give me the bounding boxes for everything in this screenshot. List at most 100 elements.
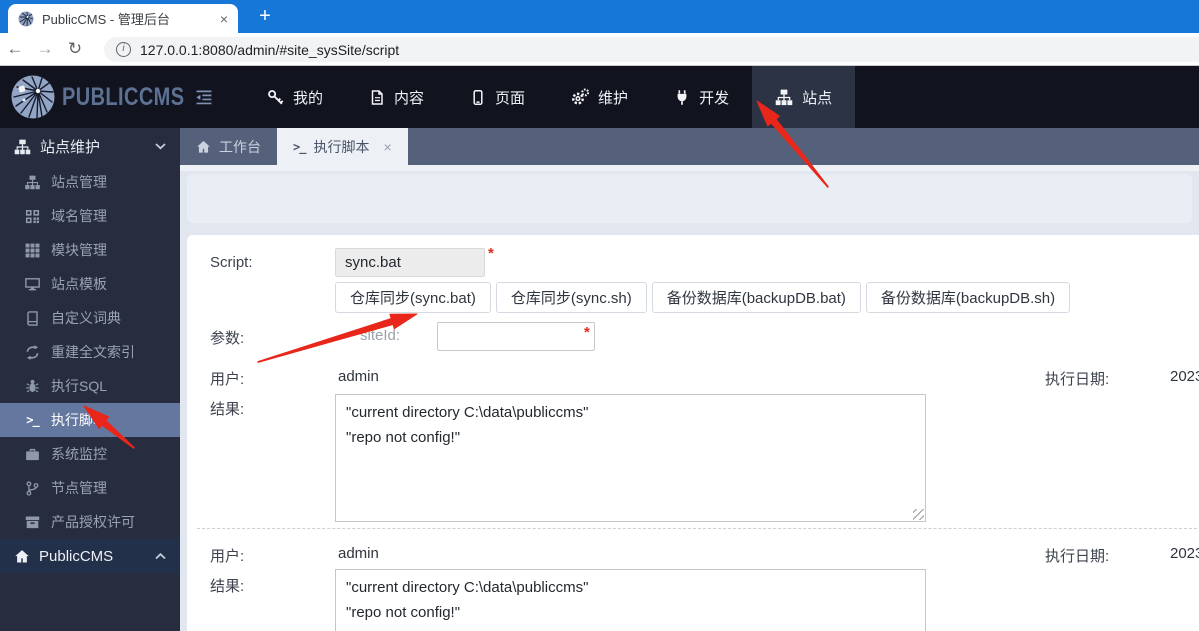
script-button-backupdb-sh[interactable]: 备份数据库(backupDB.sh) bbox=[865, 282, 1071, 313]
nav-item-label: 站点 bbox=[802, 89, 833, 107]
nav-item-my[interactable]: 我的 bbox=[244, 66, 346, 128]
browser-tab-title: PublicCMS - 管理后台 bbox=[42, 12, 170, 27]
qrcode-icon bbox=[24, 209, 41, 224]
content-top-strip bbox=[180, 165, 1199, 171]
script-buttons-row: 仓库同步(sync.bat) 仓库同步(sync.sh) 备份数据库(backu… bbox=[335, 282, 1071, 313]
sitemap-icon bbox=[14, 139, 31, 155]
chevron-down-icon bbox=[155, 143, 166, 150]
result-textarea-wrap: "current directory C:\data\publiccms" "r… bbox=[335, 394, 926, 522]
sidebar-item-rebuild-index[interactable]: 重建全文索引 bbox=[0, 335, 180, 369]
back-icon[interactable]: ← bbox=[0, 39, 30, 59]
script-form-panel: Script: * 仓库同步(sync.bat) 仓库同步(sync.sh) 备… bbox=[187, 235, 1199, 631]
toolbar-panel bbox=[187, 174, 1192, 223]
sidebar-section-title[interactable]: 站点维护 bbox=[0, 128, 180, 165]
plug-icon bbox=[674, 89, 690, 106]
sidebar-item-label: 域名管理 bbox=[51, 208, 107, 224]
sidebar-item-execute-script[interactable]: >_ 执行脚本 bbox=[0, 403, 180, 437]
sidebar-item-system-monitor[interactable]: 系统监控 bbox=[0, 437, 180, 471]
grid-icon bbox=[24, 243, 41, 258]
chevron-up-icon bbox=[155, 552, 166, 560]
tab-close-icon[interactable]: × bbox=[220, 11, 228, 27]
tab-label: 工作台 bbox=[219, 138, 261, 155]
browser-tab[interactable]: PublicCMS - 管理后台 × bbox=[8, 4, 238, 33]
result-textarea[interactable]: "current directory C:\data\publiccms" "r… bbox=[336, 395, 925, 521]
tab-label: 执行脚本 bbox=[313, 138, 370, 155]
script-button-sync-bat[interactable]: 仓库同步(sync.bat) bbox=[335, 282, 491, 313]
param-label: 参数: bbox=[210, 330, 245, 347]
user-value: admin bbox=[338, 368, 379, 385]
nav-item-label: 页面 bbox=[495, 89, 526, 107]
user-value: admin bbox=[338, 545, 379, 562]
param-input[interactable] bbox=[437, 322, 595, 351]
brand-area: PUBLICCMS bbox=[0, 66, 184, 128]
info-icon[interactable]: i bbox=[116, 42, 131, 57]
sidebar-item-label: 节点管理 bbox=[51, 480, 107, 496]
sidebar-item-node-management[interactable]: 节点管理 bbox=[0, 471, 180, 505]
nav-item-label: 内容 bbox=[394, 89, 425, 107]
sidebar-item-execute-sql[interactable]: 执行SQL bbox=[0, 369, 180, 403]
sidebar-footer-publiccms[interactable]: PublicCMS bbox=[0, 539, 180, 573]
sitemap-icon bbox=[24, 175, 41, 190]
result-label: 结果: bbox=[210, 578, 245, 595]
nav-item-develop[interactable]: 开发 bbox=[651, 66, 752, 128]
nav-item-content[interactable]: 内容 bbox=[346, 66, 447, 128]
sidebar-item-product-license[interactable]: 产品授权许可 bbox=[0, 505, 180, 539]
sidebar-item-module-management[interactable]: 模块管理 bbox=[0, 233, 180, 267]
script-button-sync-sh[interactable]: 仓库同步(sync.sh) bbox=[495, 282, 647, 313]
screen: PublicCMS - 管理后台 × + ← → ↻ i 127.0.0.1:8… bbox=[0, 0, 1199, 631]
sidebar-section-label: 站点维护 bbox=[40, 139, 101, 156]
nav-menu: 我的 内容 页面 维护 开发 站点 bbox=[244, 66, 856, 128]
sidebar-item-site-management[interactable]: 站点管理 bbox=[0, 165, 180, 199]
publiccms-logo-icon bbox=[11, 75, 55, 119]
bug-icon bbox=[24, 379, 41, 394]
sidebar-item-label: 自定义词典 bbox=[51, 310, 121, 326]
sidebar-item-site-template[interactable]: 站点模板 bbox=[0, 267, 180, 301]
refresh-icon bbox=[24, 344, 41, 360]
new-tab-button[interactable]: + bbox=[250, 2, 280, 31]
user-label: 用户: bbox=[210, 548, 245, 565]
reload-icon[interactable]: ↻ bbox=[60, 39, 90, 59]
browser-titlebar: PublicCMS - 管理后台 × + bbox=[0, 0, 1199, 33]
main-content: Script: * 仓库同步(sync.bat) 仓库同步(sync.sh) 备… bbox=[180, 165, 1199, 631]
terminal-icon: >_ bbox=[293, 139, 306, 154]
key-icon bbox=[267, 89, 284, 106]
sidebar-item-label: 模块管理 bbox=[51, 242, 107, 258]
app-navbar: PUBLICCMS 我的 内容 页面 维护 开发 站点 bbox=[0, 66, 1199, 128]
sidebar-item-domain-management[interactable]: 域名管理 bbox=[0, 199, 180, 233]
sidebar-footer-label: PublicCMS bbox=[39, 547, 114, 565]
tab-workbench[interactable]: 工作台 bbox=[180, 128, 277, 165]
script-label: Script: bbox=[210, 254, 253, 271]
sidebar-item-label: 产品授权许可 bbox=[51, 514, 135, 530]
sidebar: 站点维护 站点管理 域名管理 模块管理 站点模板 自定义词典 重建全文索引 执行… bbox=[0, 128, 180, 631]
result-textarea-wrap: "current directory C:\data\publiccms" "r… bbox=[335, 569, 926, 631]
favicon-publiccms-icon bbox=[18, 11, 34, 27]
nav-item-site[interactable]: 站点 bbox=[752, 66, 856, 128]
code-branch-icon bbox=[24, 480, 41, 496]
nav-item-label: 维护 bbox=[598, 89, 629, 107]
workspace-tabstrip: 工作台 >_ 执行脚本 × bbox=[180, 128, 1199, 165]
desktop-icon bbox=[24, 277, 41, 292]
browser-toolbar: ← → ↻ i 127.0.0.1:8080/admin/#site_sysSi… bbox=[0, 33, 1199, 66]
nav-item-maintain[interactable]: 维护 bbox=[548, 66, 651, 128]
tab-close-icon[interactable]: × bbox=[383, 139, 391, 155]
script-input[interactable] bbox=[335, 248, 485, 277]
file-icon bbox=[369, 89, 385, 106]
home-icon bbox=[196, 140, 211, 154]
sidebar-item-label: 站点模板 bbox=[51, 276, 107, 292]
address-bar[interactable]: i 127.0.0.1:8080/admin/#site_sysSite/scr… bbox=[104, 37, 1199, 62]
forward-icon[interactable]: → bbox=[30, 39, 60, 59]
book-icon bbox=[24, 310, 41, 326]
sidebar-item-custom-dictionary[interactable]: 自定义词典 bbox=[0, 301, 180, 335]
nav-item-label: 我的 bbox=[293, 89, 324, 107]
script-button-backupdb-bat[interactable]: 备份数据库(backupDB.bat) bbox=[651, 282, 861, 313]
param-field-label: siteId: bbox=[360, 327, 401, 344]
user-label: 用户: bbox=[210, 371, 245, 388]
menu-toggle-icon[interactable] bbox=[194, 66, 218, 128]
terminal-icon: >_ bbox=[26, 413, 39, 427]
sidebar-item-label: 系统监控 bbox=[51, 446, 107, 462]
nav-item-page[interactable]: 页面 bbox=[447, 66, 548, 128]
result-textarea[interactable]: "current directory C:\data\publiccms" "r… bbox=[336, 570, 925, 631]
url-text: 127.0.0.1:8080/admin/#site_sysSite/scrip… bbox=[140, 41, 400, 58]
tab-execute-script[interactable]: >_ 执行脚本 × bbox=[277, 128, 408, 165]
sidebar-item-label: 站点管理 bbox=[51, 174, 107, 190]
